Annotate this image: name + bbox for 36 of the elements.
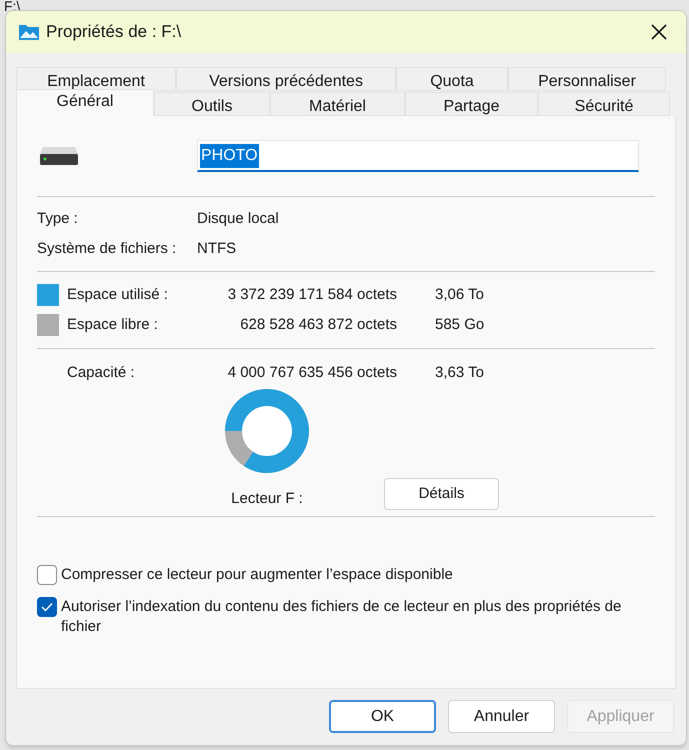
dialog-button[interactable]: Annuler	[448, 700, 555, 733]
details-button[interactable]: Détails	[384, 478, 499, 510]
tab[interactable]: Matériel	[270, 92, 405, 116]
dialog-button[interactable]: OK	[329, 700, 436, 733]
close-icon	[650, 23, 668, 41]
size-value: 3,63 To	[435, 362, 484, 383]
tab[interactable]: Partage	[405, 92, 538, 116]
checkbox[interactable]	[37, 565, 57, 585]
tab[interactable]: Général	[16, 89, 154, 116]
space-label: Espace libre :	[67, 314, 159, 335]
byte-count: 4 000 767 635 456 octets	[226, 362, 397, 383]
size-value: 585 Go	[435, 314, 484, 335]
tab[interactable]: Emplacement	[16, 67, 176, 91]
byte-count: 3 372 239 171 584 octets	[226, 284, 397, 305]
byte-count: 628 528 463 872 octets	[239, 314, 397, 335]
drive-icon	[39, 146, 79, 166]
checkbox-label: Autoriser l’indexation du contenu des fichiers de ce lecteur en plus des propriétés de fichier	[61, 597, 622, 637]
tab[interactable]: Outils	[154, 92, 270, 116]
tab[interactable]: Quota	[396, 67, 508, 91]
window-title: Propriétés de : F:\	[46, 21, 182, 44]
field-label: Système de fichiers :	[37, 238, 178, 259]
name-field[interactable]: PHOTO	[197, 140, 639, 172]
tab[interactable]: Sécurité	[538, 92, 670, 116]
space-label: Espace utilisé :	[67, 284, 169, 305]
field-value: Disque local	[197, 208, 279, 229]
size-value: 3,06 To	[435, 284, 484, 305]
checkbox[interactable]	[37, 597, 57, 617]
check-icon	[41, 602, 53, 612]
capacity-label: Capacité :	[67, 362, 136, 383]
tab[interactable]: Personnaliser	[508, 67, 666, 91]
field-value: NTFS	[197, 238, 236, 259]
drive-label: Lecteur F :	[231, 489, 303, 509]
checkbox-label: Compresser ce lecteur pour augmenter l’espace disponible	[61, 565, 454, 585]
field-label: Type :	[37, 208, 79, 229]
tab[interactable]: Versions précédentes	[176, 67, 396, 91]
folder-picture-icon	[18, 23, 40, 41]
